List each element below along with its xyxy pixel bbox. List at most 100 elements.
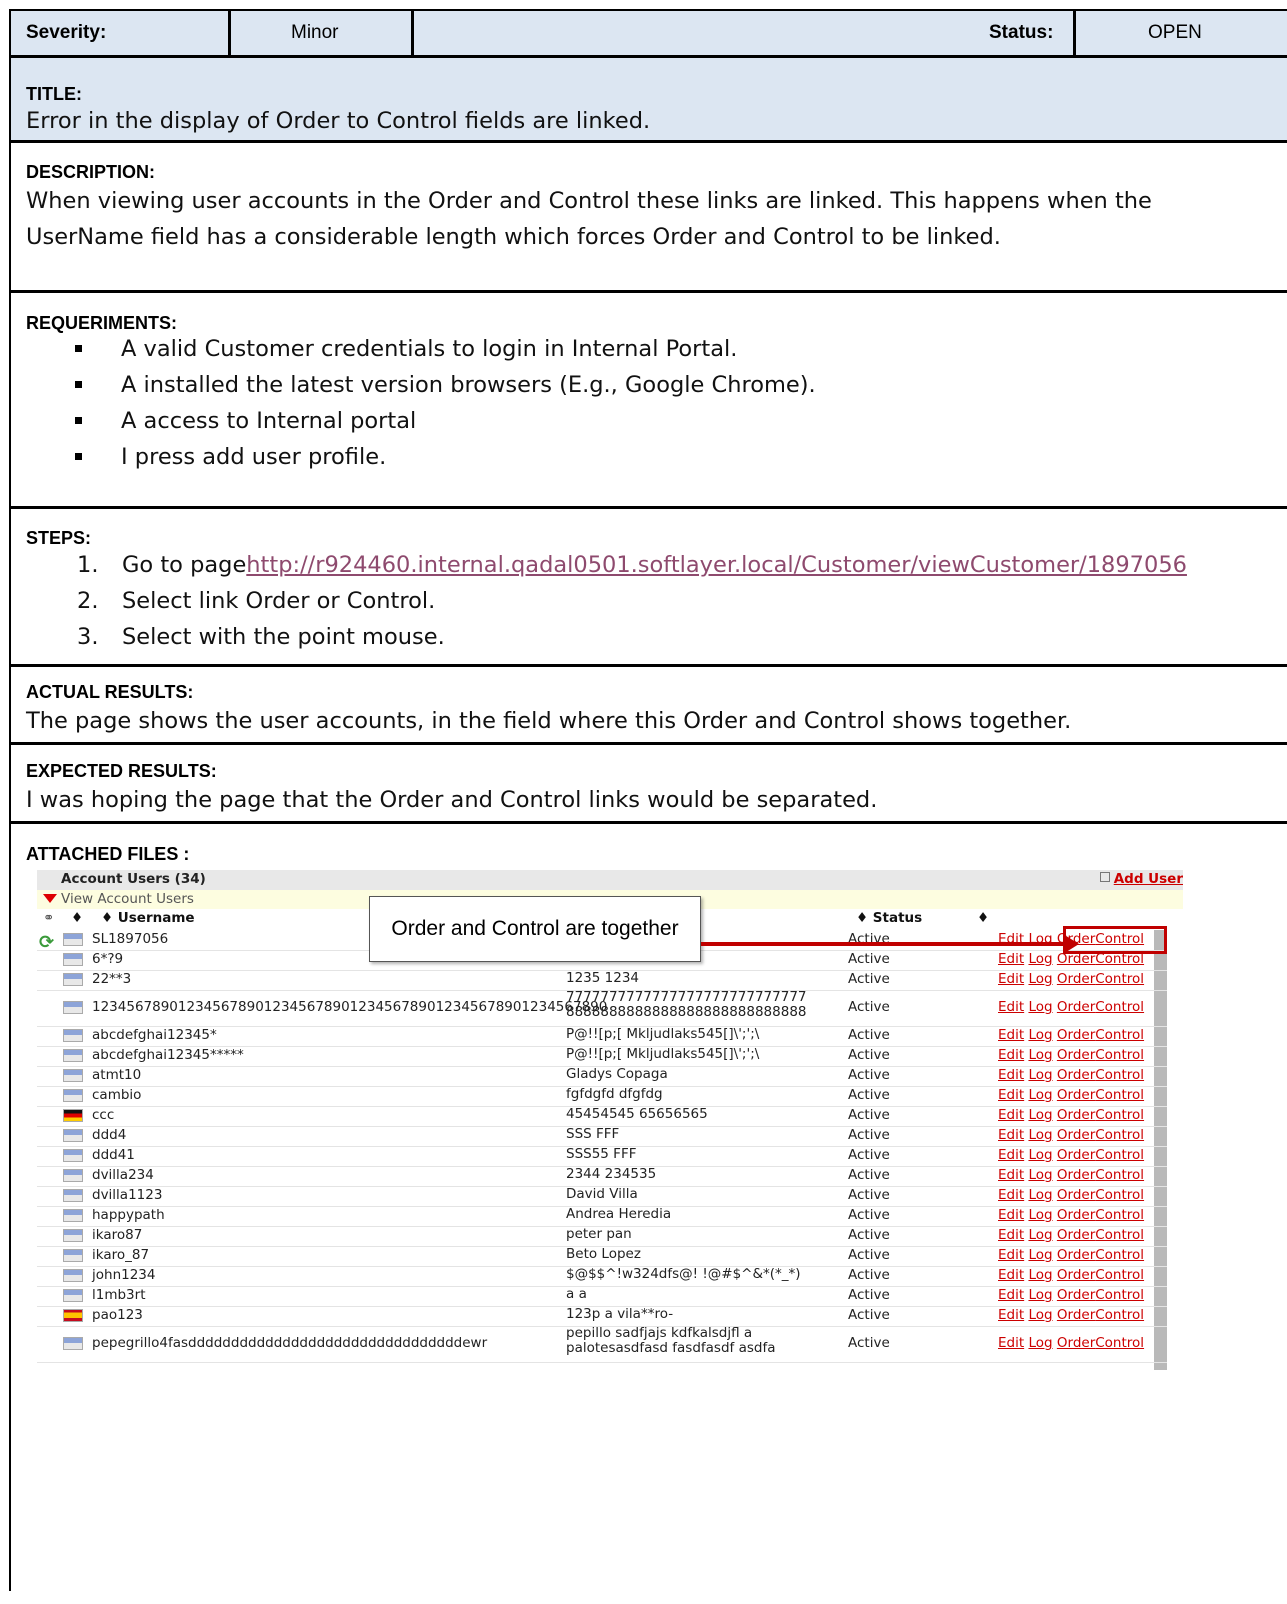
status-value: OPEN xyxy=(1148,22,1202,43)
edit-link[interactable]: Edit xyxy=(998,1087,1024,1103)
edit-link[interactable]: Edit xyxy=(998,1267,1024,1283)
order-link[interactable]: Order xyxy=(1057,1047,1095,1063)
add-user-link[interactable]: Add User xyxy=(1099,871,1183,887)
edit-link[interactable]: Edit xyxy=(998,951,1024,967)
name-cell: 1235 1234 xyxy=(566,970,640,986)
log-link[interactable]: Log xyxy=(1028,951,1052,967)
control-link[interactable]: Control xyxy=(1095,999,1144,1015)
order-link[interactable]: Order xyxy=(1057,1247,1095,1263)
order-link[interactable]: Order xyxy=(1057,999,1095,1015)
status-cell: Active xyxy=(848,1107,890,1123)
edit-link[interactable]: Edit xyxy=(998,1127,1024,1143)
order-link[interactable]: Order xyxy=(1057,1167,1095,1183)
log-link[interactable]: Log xyxy=(1028,1027,1052,1043)
steps-section: STEPS: 1. Go to pagehttp://r924460.intern… xyxy=(11,509,1287,667)
order-link[interactable]: Order xyxy=(1057,1207,1095,1223)
control-link[interactable]: Control xyxy=(1095,1167,1144,1183)
control-link[interactable]: Control xyxy=(1095,1087,1144,1103)
order-link[interactable]: Order xyxy=(1057,1147,1095,1163)
log-link[interactable]: Log xyxy=(1028,1207,1052,1223)
divider xyxy=(228,11,231,55)
table-row: abcdefghai12345* P@!![p;[ Mkljudlaks545[]… xyxy=(37,1026,1167,1047)
control-link[interactable]: Control xyxy=(1095,1147,1144,1163)
control-link[interactable]: Control xyxy=(1095,1107,1144,1123)
flag-icon xyxy=(63,1001,83,1014)
refresh-icon[interactable]: ⟳ xyxy=(39,932,54,953)
customer-page-link[interactable]: http://r924460.internal.qadal0501.softla… xyxy=(246,552,1187,578)
control-link[interactable]: Control xyxy=(1095,1067,1144,1083)
log-link[interactable]: Log xyxy=(1028,1247,1052,1263)
order-link[interactable]: Order xyxy=(1057,1127,1095,1143)
log-link[interactable]: Log xyxy=(1028,1107,1052,1123)
order-link[interactable]: Order xyxy=(1057,1307,1095,1323)
log-link[interactable]: Log xyxy=(1028,1167,1052,1183)
name-cell: $@$$^!w324dfs@! !@#$^&*(*_*) xyxy=(566,1266,801,1282)
order-link[interactable]: Order xyxy=(1057,1107,1095,1123)
log-link[interactable]: Log xyxy=(1028,1187,1052,1203)
sort-icon[interactable]: ♦ xyxy=(71,910,83,926)
username-column-header[interactable]: ♦ Username xyxy=(101,910,195,926)
log-link[interactable]: Log xyxy=(1028,1127,1052,1143)
username-cell: abcdefghai12345***** xyxy=(92,1047,244,1063)
order-link[interactable]: Order xyxy=(1057,1067,1095,1083)
control-link[interactable]: Control xyxy=(1095,1287,1144,1303)
expected-results-label: EXPECTED RESULTS: xyxy=(26,761,217,781)
control-link[interactable]: Control xyxy=(1095,1227,1144,1243)
log-link[interactable]: Log xyxy=(1028,1335,1052,1351)
edit-link[interactable]: Edit xyxy=(998,1107,1024,1123)
order-link[interactable]: Order xyxy=(1057,1335,1095,1351)
order-link[interactable]: Order xyxy=(1057,1187,1095,1203)
log-link[interactable]: Log xyxy=(1028,1267,1052,1283)
control-link[interactable]: Control xyxy=(1095,1187,1144,1203)
log-link[interactable]: Log xyxy=(1028,1087,1052,1103)
edit-link[interactable]: Edit xyxy=(998,1247,1024,1263)
control-link[interactable]: Control xyxy=(1095,1027,1144,1043)
order-link[interactable]: Order xyxy=(1057,1267,1095,1283)
control-link[interactable]: Control xyxy=(1095,1207,1144,1223)
log-link[interactable]: Log xyxy=(1028,1227,1052,1243)
control-link[interactable]: Control xyxy=(1095,1047,1144,1063)
callout-annotation: Order and Control are together xyxy=(369,896,701,962)
edit-link[interactable]: Edit xyxy=(998,1047,1024,1063)
log-link[interactable]: Log xyxy=(1028,1047,1052,1063)
order-link[interactable]: Order xyxy=(1057,1087,1095,1103)
log-link[interactable]: Log xyxy=(1028,1287,1052,1303)
control-link[interactable]: Control xyxy=(1095,1335,1144,1351)
name-cell: Beto Lopez xyxy=(566,1246,641,1262)
log-link[interactable]: Log xyxy=(1028,1147,1052,1163)
edit-link[interactable]: Edit xyxy=(998,999,1024,1015)
table-row: john1234 $@$$^!w324dfs@! !@#$^&*(*_*) Acti… xyxy=(37,1266,1167,1287)
bug-report: Severity: Minor Status: OPEN TITLE: Erro… xyxy=(9,9,1287,1591)
edit-link[interactable]: Edit xyxy=(998,1147,1024,1163)
edit-link[interactable]: Edit xyxy=(998,1067,1024,1083)
expected-results-text: I was hoping the page that the Order and… xyxy=(26,787,878,813)
control-link[interactable]: Control xyxy=(1095,1267,1144,1283)
order-link[interactable]: Order xyxy=(1057,971,1095,987)
control-link[interactable]: Control xyxy=(1095,1307,1144,1323)
table-row: abcdefghai12345***** P@!![p;[ Mkljudlaks5… xyxy=(37,1046,1167,1067)
log-link[interactable]: Log xyxy=(1028,1067,1052,1083)
log-link[interactable]: Log xyxy=(1028,971,1052,987)
edit-link[interactable]: Edit xyxy=(998,1335,1024,1351)
edit-link[interactable]: Edit xyxy=(998,1187,1024,1203)
caret-down-icon xyxy=(43,894,57,903)
status-column-header[interactable]: ♦ Status xyxy=(856,910,922,926)
edit-link[interactable]: Edit xyxy=(998,1227,1024,1243)
edit-link[interactable]: Edit xyxy=(998,971,1024,987)
edit-link[interactable]: Edit xyxy=(998,1207,1024,1223)
control-link[interactable]: Control xyxy=(1095,1127,1144,1143)
edit-link[interactable]: Edit xyxy=(998,1287,1024,1303)
order-link[interactable]: Order xyxy=(1057,1287,1095,1303)
edit-link[interactable]: Edit xyxy=(998,1167,1024,1183)
log-link[interactable]: Log xyxy=(1028,1307,1052,1323)
order-link[interactable]: Order xyxy=(1057,1227,1095,1243)
edit-link[interactable]: Edit xyxy=(998,1307,1024,1323)
control-link[interactable]: Control xyxy=(1095,971,1144,987)
edit-link[interactable]: Edit xyxy=(998,1027,1024,1043)
control-link[interactable]: Control xyxy=(1095,1247,1144,1263)
log-link[interactable]: Log xyxy=(1028,999,1052,1015)
sort-icon[interactable]: ♦ xyxy=(977,910,989,926)
actions-cell: Edit Log OrderControl xyxy=(998,1047,1144,1063)
order-link[interactable]: Order xyxy=(1057,1027,1095,1043)
list-item: 3. Select with the point mouse. xyxy=(77,624,445,650)
